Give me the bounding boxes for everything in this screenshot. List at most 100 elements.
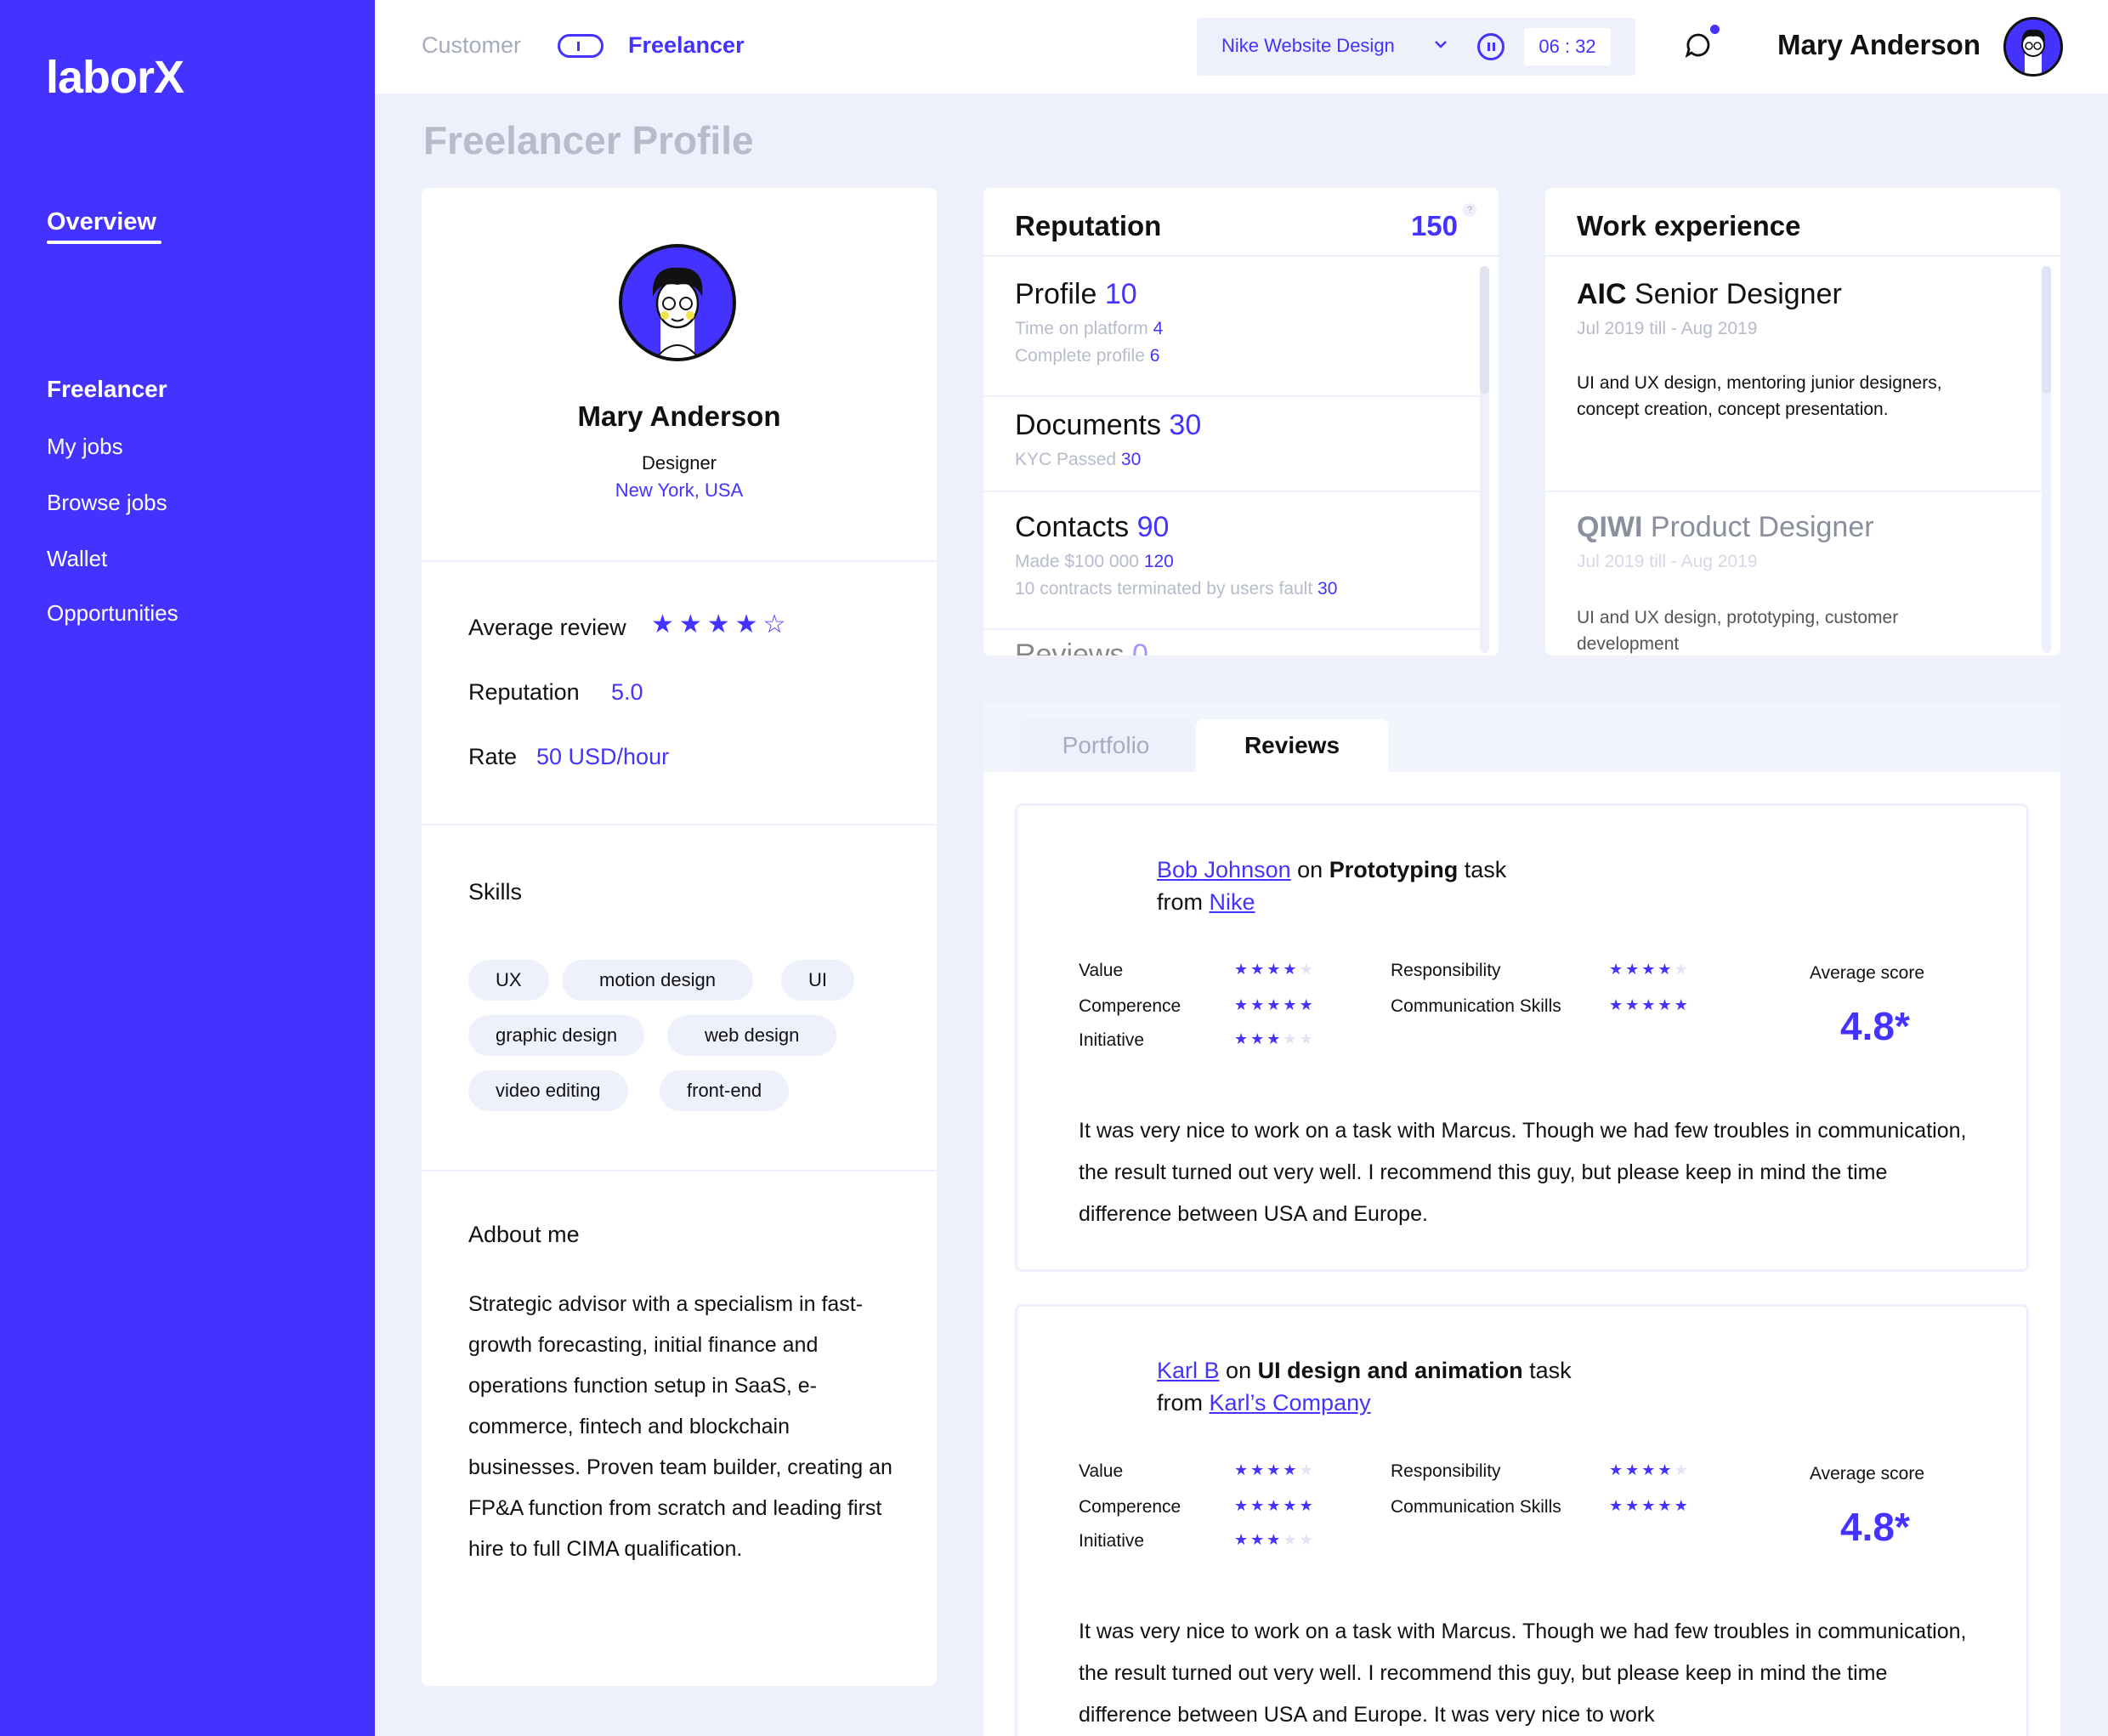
star-icon: ★ [1299, 961, 1316, 978]
top-bar: Customer Freelancer Nike Website Design … [375, 0, 2108, 94]
divider [422, 1170, 937, 1172]
chat-icon[interactable] [1685, 31, 1712, 59]
star-icon: ★ [1641, 961, 1658, 978]
nav-overview[interactable]: Overview [47, 208, 156, 236]
rating-stars: ★★★★★ [1609, 996, 1691, 1014]
nav-section-freelancer[interactable]: Freelancer [47, 376, 167, 403]
rate-value: 50 USD/hour [536, 744, 670, 769]
review-company-link[interactable]: Nike [1210, 889, 1255, 915]
reputation-title: Reputation [1015, 210, 1162, 241]
star-icon: ★ [1283, 1497, 1300, 1514]
scrollbar[interactable] [2042, 266, 2051, 653]
nav-item-my-jobs[interactable]: My jobs [47, 434, 123, 460]
nav-item-wallet[interactable]: Wallet [47, 546, 107, 572]
criterion-label: Initiative [1079, 1030, 1145, 1050]
rate-label: Rate [468, 744, 518, 769]
reputation-label: Reputation [468, 679, 580, 705]
star-icon: ★ [1266, 1030, 1284, 1047]
review-card: Karl B on UI design and animation task f… [1015, 1304, 2029, 1736]
work-item-description: UI and UX design, mentoring junior desig… [1577, 373, 1942, 419]
avatar[interactable] [2003, 17, 2063, 77]
skill-chip[interactable]: web design [667, 1015, 837, 1056]
review-author-link[interactable]: Bob Johnson [1157, 857, 1291, 882]
rep-section-title: Reviews 0 [1015, 638, 1148, 655]
scrollbar[interactable] [1480, 266, 1489, 653]
project-selector[interactable]: Nike Website Design 06 : 32 [1197, 18, 1635, 76]
tab-portfolio[interactable]: Portfolio [1019, 719, 1193, 772]
review-from: from [1157, 1390, 1203, 1415]
star-icon: ★ [1609, 1461, 1626, 1478]
star-icon: ★ [1299, 1531, 1316, 1548]
skill-chip[interactable]: video editing [468, 1070, 628, 1111]
role-customer-label[interactable]: Customer [422, 32, 521, 59]
review-task-word: task [1529, 1358, 1572, 1383]
star-icon: ★ [1674, 996, 1691, 1013]
nav-active-indicator [47, 241, 162, 244]
review-on: on [1297, 857, 1323, 882]
work-item-dates: Jul 2019 till - Aug 2019 [1577, 552, 1758, 571]
star-icon: ★ [1299, 1030, 1316, 1047]
star-icon: ★ [1234, 961, 1251, 978]
skill-chip[interactable]: graphic design [468, 1015, 645, 1056]
profile-name: Mary Anderson [577, 400, 781, 432]
star-icon: ★ [1283, 1030, 1300, 1047]
criterion-label: Initiative [1079, 1531, 1145, 1551]
star-icon: ★ [1625, 1461, 1642, 1478]
skill-chip[interactable]: UI [781, 960, 854, 1001]
skill-chip[interactable]: UX [468, 960, 549, 1001]
criterion-label: Comperence [1079, 996, 1182, 1016]
star-icon: ★ [1234, 1531, 1251, 1548]
scroll-thumb[interactable] [2042, 266, 2051, 394]
average-score-value: 4.8* [1840, 1004, 1910, 1048]
star-icon: ★ [1674, 1497, 1691, 1514]
nav-item-browse-jobs[interactable]: Browse jobs [47, 490, 167, 516]
nav-item-opportunities[interactable]: Opportunities [47, 600, 178, 627]
star-icon: ★ [1283, 1461, 1300, 1478]
about-label: Adbout me [468, 1222, 580, 1247]
star-icon: ★ [1234, 996, 1251, 1013]
star-icon: ★ [1674, 961, 1691, 978]
rating-stars: ★★★★★ [1234, 996, 1316, 1014]
divider [422, 560, 937, 562]
average-score-label: Average score [1810, 963, 1925, 983]
star-icon: ★ [1609, 1497, 1626, 1514]
rating-stars: ★★★★★ [1609, 1497, 1691, 1515]
star-icon: ★ [1234, 1497, 1251, 1514]
role-freelancer-label[interactable]: Freelancer [628, 32, 745, 59]
work-item-title: QIWI Product Designer [1577, 511, 1874, 543]
divider [983, 491, 1480, 492]
criterion-label: Value [1079, 961, 1124, 980]
app-logo[interactable]: laborX [46, 51, 184, 104]
help-icon[interactable]: ? [1463, 203, 1476, 217]
average-review-stars: ★★★★☆ [651, 610, 791, 638]
skill-chip[interactable]: front-end [660, 1070, 790, 1111]
star-icon: ★ [1641, 1497, 1658, 1514]
pause-icon[interactable] [1477, 33, 1504, 60]
review-card: Bob Johnson on Prototyping task from Nik… [1015, 803, 2029, 1272]
star-icon: ★ [1658, 961, 1674, 978]
criterion-label: Communication Skills [1391, 996, 1561, 1016]
divider [983, 395, 1480, 397]
rating-stars: ★★★★★ [1234, 1030, 1316, 1048]
reputation-score: 150 [1410, 210, 1458, 241]
role-toggle[interactable] [558, 34, 604, 58]
skill-chip[interactable]: motion design [562, 960, 753, 1001]
rep-row: 10 contracts terminated by users fault 3… [1015, 579, 1338, 599]
user-name[interactable]: Mary Anderson [1777, 29, 1980, 61]
chevron-down-icon[interactable] [1433, 35, 1448, 57]
review-header: Bob Johnson on Prototyping task from Nik… [1157, 854, 1506, 918]
star-icon: ★ [1250, 961, 1267, 978]
tab-reviews[interactable]: Reviews [1196, 719, 1388, 772]
review-company-link[interactable]: Karl’s Company [1210, 1390, 1371, 1415]
criterion-label: Responsibility [1391, 961, 1501, 980]
review-text: It was very nice to work on a task with … [1079, 1119, 1967, 1226]
star-icon: ★ [1266, 996, 1284, 1013]
review-author-link[interactable]: Karl B [1157, 1358, 1220, 1383]
rep-section-title: Profile 10 [1015, 278, 1137, 310]
about-text: Strategic advisor with a specialism in f… [468, 1292, 892, 1561]
scroll-thumb[interactable] [1480, 266, 1489, 394]
star-icon: ★ [1250, 1030, 1267, 1047]
star-icon: ★ [1299, 996, 1316, 1013]
rating-stars: ★★★★★ [1609, 1461, 1691, 1479]
project-name: Nike Website Design [1221, 35, 1395, 56]
